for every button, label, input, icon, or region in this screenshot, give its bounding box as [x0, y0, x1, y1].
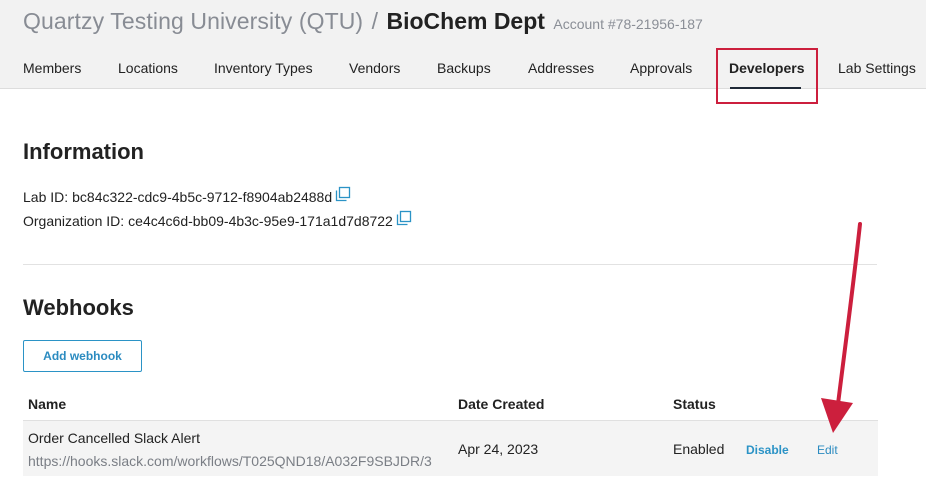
breadcrumb: Quartzy Testing University (QTU) / BioCh… — [23, 8, 703, 35]
webhook-name: Order Cancelled Slack Alert — [28, 430, 200, 446]
lab-id-value: bc84c322-cdc9-4b5c-9712-f8904ab2488d — [72, 189, 333, 205]
tab-vendors[interactable]: Vendors — [349, 60, 400, 76]
copy-icon[interactable] — [396, 210, 412, 226]
information-heading: Information — [23, 139, 144, 164]
tab-lab-settings[interactable]: Lab Settings — [838, 60, 916, 76]
tab-members[interactable]: Members — [23, 60, 81, 76]
edit-link[interactable]: Edit — [817, 443, 838, 457]
column-header-date: Date Created — [458, 396, 545, 412]
webhooks-heading: Webhooks — [23, 295, 134, 320]
tab-approvals[interactable]: Approvals — [630, 60, 692, 76]
breadcrumb-separator: / — [371, 8, 379, 34]
webhook-date: Apr 24, 2023 — [458, 441, 539, 457]
column-header-status: Status — [673, 396, 716, 412]
webhook-url: https://hooks.slack.com/workflows/T025QN… — [28, 453, 432, 469]
account-number: Account #78-21956-187 — [553, 16, 703, 32]
tab-addresses[interactable]: Addresses — [528, 60, 594, 76]
org-name: Quartzy Testing University (QTU) — [23, 8, 364, 34]
lab-id-label: Lab ID: — [23, 189, 69, 205]
section-divider — [23, 264, 877, 265]
org-id-label: Organization ID: — [23, 213, 125, 229]
disable-link[interactable]: Disable — [746, 443, 789, 457]
column-header-name: Name — [28, 396, 67, 412]
tab-locations[interactable]: Locations — [118, 60, 178, 76]
dept-name: BioChem Dept — [386, 8, 545, 34]
table-row: Order Cancelled Slack Alert https://hook… — [23, 420, 878, 476]
lab-id-line: Lab ID: bc84c322-cdc9-4b5c-9712-f8904ab2… — [23, 186, 351, 205]
webhook-status: Enabled — [673, 441, 725, 457]
copy-icon[interactable] — [335, 186, 351, 202]
tab-backups[interactable]: Backups — [437, 60, 491, 76]
org-id-line: Organization ID: ce4c4c6d-bb09-4b3c-95e9… — [23, 210, 412, 229]
annotation-highlight-box — [716, 48, 818, 104]
org-id-value: ce4c4c6d-bb09-4b3c-95e9-171a1d7d8722 — [128, 213, 393, 229]
tab-inventory-types[interactable]: Inventory Types — [214, 60, 313, 76]
add-webhook-button[interactable]: Add webhook — [23, 340, 142, 372]
